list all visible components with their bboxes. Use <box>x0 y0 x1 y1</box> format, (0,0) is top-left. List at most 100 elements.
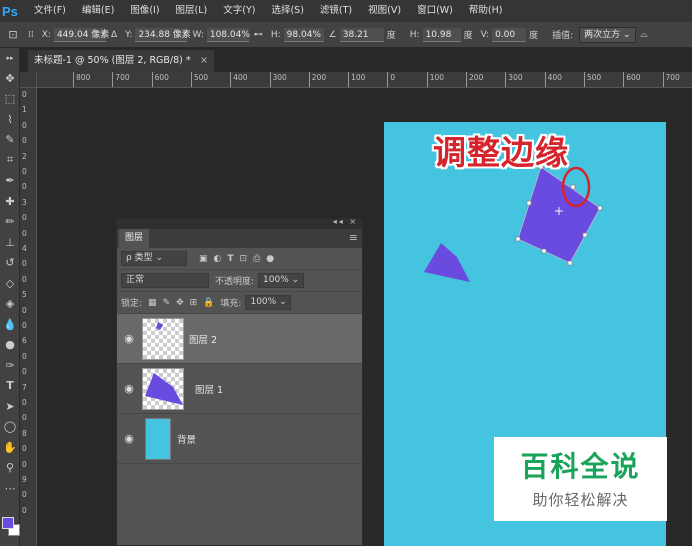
eraser-tool-icon[interactable]: ◇ <box>0 273 20 294</box>
relative-position-icon[interactable]: Δ <box>111 30 117 40</box>
ruler-tick-label: 3 <box>22 197 27 207</box>
vertical-ruler[interactable]: 0 1 0 0 2 0 0 3 0 0 4 0 0 5 0 0 6 0 0 7 0 0 8 0 0 9 0 0 <box>20 72 37 546</box>
angle-field[interactable]: 38.21 <box>339 27 384 42</box>
visibility-eye-icon[interactable]: ◉ <box>122 432 136 446</box>
ruler-tick-label: 0 <box>22 182 27 192</box>
layer-row-background[interactable]: ◉ 背景 <box>117 414 362 464</box>
ruler-tick-label: 500 <box>586 73 602 82</box>
zoom-tool-icon[interactable]: ⚲ <box>0 458 20 479</box>
filter-pixel-icon[interactable]: ▣ <box>199 254 208 264</box>
type-tool-icon[interactable]: T <box>0 376 20 397</box>
angle-icon: ∠ <box>328 29 337 40</box>
y-field[interactable]: 234.88 像素 <box>135 27 191 42</box>
lock-transparent-icon[interactable]: ▦ <box>148 298 157 308</box>
ruler-tick-label: 100 <box>351 73 366 82</box>
layer-row-2[interactable]: ◉ 图层 2 <box>117 314 362 364</box>
link-icon[interactable]: ⊷ <box>254 30 263 40</box>
ruler-tick: 200 <box>308 72 326 87</box>
foreground-color-swatch[interactable] <box>2 517 14 529</box>
interpolation-value: 两次立方 <box>584 29 621 40</box>
menu-item[interactable]: 滤镜(T) <box>312 0 360 22</box>
filter-adjustment-icon[interactable]: ◐ <box>214 254 222 264</box>
blur-tool-icon[interactable]: 💧 <box>0 314 20 335</box>
width-field[interactable]: 108.04% <box>206 27 250 42</box>
menu-item[interactable]: 选择(S) <box>263 0 311 22</box>
filter-kind-select[interactable]: ρ 类型 ⌄ <box>121 251 187 266</box>
filter-type-icon[interactable]: T <box>227 254 233 264</box>
more-tools-icon[interactable]: ⋯ <box>0 478 20 499</box>
layer-name[interactable]: 图层 2 <box>189 332 217 346</box>
lock-row: 锁定: ▦ ✎ ✥ ⊞ 🔒 填充: 100% ⌄ <box>117 292 362 314</box>
angle-unit: 度 <box>386 31 396 41</box>
filter-shape-icon[interactable]: ⊡ <box>240 254 248 264</box>
ruler-origin[interactable] <box>20 72 37 88</box>
menu-item[interactable]: 图层(L) <box>168 0 216 22</box>
pen-tool-icon[interactable]: ✑ <box>0 355 20 376</box>
panel-collapse-bar[interactable]: ◂◂ × <box>117 217 362 229</box>
height-field[interactable]: 98.04% <box>283 27 324 42</box>
horizontal-ruler[interactable]: 800 700 600 500 400 300 200 100 0 100 200 300 400 500… <box>37 72 692 88</box>
vskew-field[interactable]: 0.00 <box>492 27 527 42</box>
x-field[interactable]: 449.04 像素 <box>53 27 109 42</box>
interpolation-select[interactable]: 两次立方 ⌄ <box>579 26 636 43</box>
path-select-tool-icon[interactable]: ➤ <box>0 396 20 417</box>
transform-tool-icon[interactable]: ⊡ <box>0 25 26 45</box>
layer1-thumb-shape <box>145 373 183 405</box>
menu-item[interactable]: 窗口(W) <box>409 0 461 22</box>
ruler-tick-label: 0 <box>22 259 27 269</box>
quick-select-tool-icon[interactable]: ✎ <box>0 130 20 151</box>
ruler-tick-label: 4 <box>22 244 27 253</box>
layer-name[interactable]: 图层 1 <box>195 382 223 396</box>
lock-all-icon[interactable]: 🔒 <box>203 298 214 308</box>
history-brush-tool-icon[interactable]: ↺ <box>0 253 20 274</box>
y-label: Y: <box>125 29 133 40</box>
hand-tool-icon[interactable]: ✋ <box>0 437 20 458</box>
opacity-field[interactable]: 100% ⌄ <box>258 273 305 288</box>
photoshop-logo: Ps <box>2 3 18 19</box>
ellipse-tool-icon[interactable]: ◯ <box>0 417 20 438</box>
document-tab[interactable]: 未标题-1 @ 50% (图层 2, RGB/8) * × <box>28 50 214 72</box>
visibility-eye-icon[interactable]: ◉ <box>122 382 136 396</box>
paint-bucket-tool-icon[interactable]: ◈ <box>0 294 20 315</box>
move-tool-icon[interactable]: ✥ <box>0 68 20 89</box>
menu-item[interactable]: 编辑(E) <box>74 0 122 22</box>
ruler-tick-label: 200 <box>469 73 484 82</box>
panel-collapse-controls[interactable]: ◂◂ × <box>333 217 358 226</box>
menu-item[interactable]: 文字(Y) <box>215 0 263 22</box>
eyedropper-tool-icon[interactable]: ✒ <box>0 171 20 192</box>
crop-tool-icon[interactable]: ⌗ <box>0 150 20 171</box>
watermark-box: 百科全说 助你轻松解决 <box>494 437 667 521</box>
lock-label: 锁定: <box>121 299 143 309</box>
lock-position-icon[interactable]: ✥ <box>176 298 184 308</box>
collapse-handle-icon[interactable]: ▸▸ <box>0 48 20 68</box>
menu-item[interactable]: 文件(F) <box>26 0 74 22</box>
menu-item[interactable]: 图像(I) <box>122 0 167 22</box>
ruler-tick-label: 300 <box>508 73 523 82</box>
blend-mode-select[interactable]: 正常 <box>121 273 209 288</box>
tab-layers[interactable]: 图层 <box>119 229 149 248</box>
lock-artboard-icon[interactable]: ⊞ <box>190 298 198 308</box>
layer-name[interactable]: 背景 <box>177 432 196 446</box>
hskew-field[interactable]: 10.98 <box>422 27 461 42</box>
filter-toggle-icon[interactable]: ● <box>266 254 274 264</box>
menu-item[interactable]: 帮助(H) <box>461 0 511 22</box>
ref-point-icon[interactable]: ⁞⁞ <box>28 30 34 40</box>
ruler-tick-label: 600 <box>154 73 169 82</box>
brush-tool-icon[interactable]: ✏ <box>0 212 20 233</box>
lasso-tool-icon[interactable]: ⌇ <box>0 109 20 130</box>
marquee-tool-icon[interactable]: ⬚ <box>0 89 20 110</box>
menu-item[interactable]: 视图(V) <box>360 0 409 22</box>
stamp-tool-icon[interactable]: ⊥ <box>0 232 20 253</box>
layer-row-1[interactable]: ◉ 图层 1 <box>117 364 362 414</box>
ruler-tick-label: 700 <box>115 73 130 82</box>
filter-smart-object-icon[interactable]: ⎙ <box>253 254 260 264</box>
close-tab-icon[interactable]: × <box>200 50 208 72</box>
visibility-eye-icon[interactable]: ◉ <box>122 332 136 346</box>
warp-icon[interactable]: ⌓ <box>641 30 648 40</box>
lock-pixels-icon[interactable]: ✎ <box>163 298 171 308</box>
panel-menu-icon[interactable]: ≡ <box>349 231 358 244</box>
ruler-tick-label: 700 <box>665 73 680 82</box>
fill-field[interactable]: 100% ⌄ <box>245 295 292 310</box>
dodge-tool-icon[interactable]: ● <box>0 335 20 356</box>
healing-brush-tool-icon[interactable]: ✚ <box>0 191 20 212</box>
